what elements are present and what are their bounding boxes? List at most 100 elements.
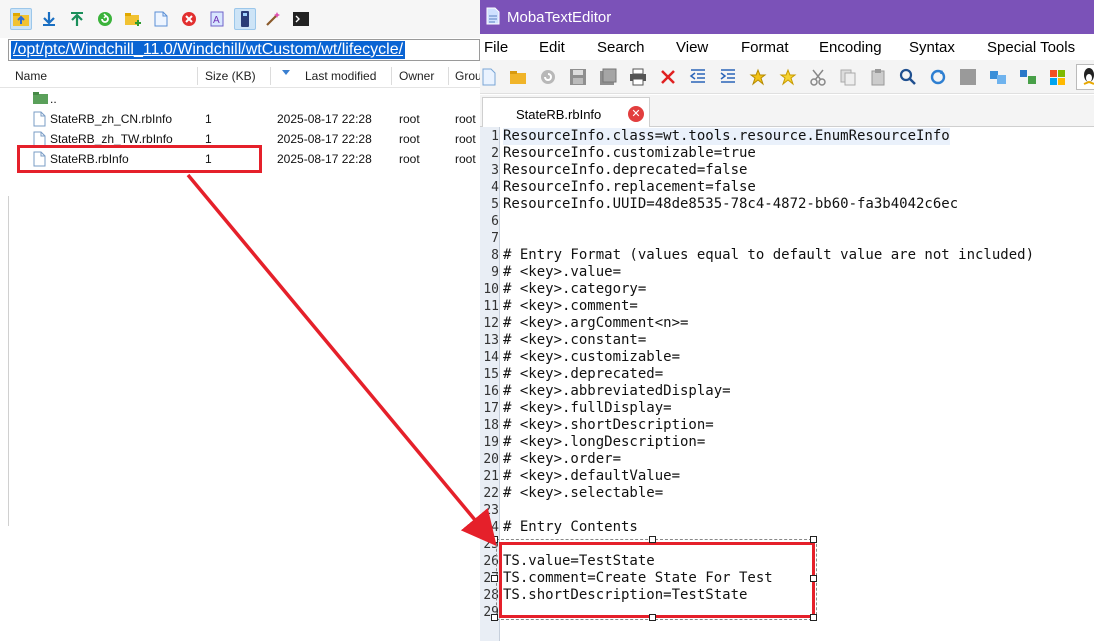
terminal-icon[interactable] bbox=[290, 8, 312, 30]
new-file-icon[interactable] bbox=[150, 8, 172, 30]
code-line[interactable]: 8 # Entry Format (values equal to default… bbox=[480, 247, 1094, 264]
column-divider[interactable] bbox=[448, 67, 449, 85]
file-row[interactable]: StateRB_zh_CN.rbInfo 1 2025-08-17 22:28 … bbox=[0, 109, 480, 129]
code-line[interactable]: 11 # <key>.comment= bbox=[480, 298, 1094, 315]
path-text[interactable]: /opt/ptc/Windchill_11.0/Windchill/wtCust… bbox=[11, 41, 406, 59]
print-icon[interactable] bbox=[629, 68, 647, 86]
line-number: 4 bbox=[491, 180, 499, 195]
resize-handle[interactable] bbox=[649, 536, 656, 543]
column-size[interactable]: Size (KB) bbox=[205, 69, 256, 83]
indent-icon[interactable] bbox=[719, 68, 737, 86]
line-text: # <key>.category= bbox=[503, 281, 647, 297]
rename-icon[interactable]: A bbox=[206, 8, 228, 30]
download-icon[interactable] bbox=[38, 8, 60, 30]
column-divider[interactable] bbox=[391, 67, 392, 85]
code-line[interactable]: 9 # <key>.value= bbox=[480, 264, 1094, 281]
new-folder-icon[interactable] bbox=[122, 8, 144, 30]
menu-format[interactable]: Format bbox=[741, 39, 789, 56]
column-last-modified[interactable]: Last modified bbox=[305, 69, 376, 83]
menu-encoding[interactable]: Encoding bbox=[819, 39, 882, 56]
code-line[interactable]: 20 # <key>.order= bbox=[480, 451, 1094, 468]
window-title: MobaTextEditor bbox=[507, 8, 612, 26]
code-line[interactable]: 16 # <key>.abbreviatedDisplay= bbox=[480, 383, 1094, 400]
open-folder-icon[interactable] bbox=[509, 68, 527, 86]
copy-icon[interactable] bbox=[839, 68, 857, 86]
code-line[interactable]: 24 # Entry Contents bbox=[480, 519, 1094, 536]
path-input[interactable]: /opt/ptc/Windchill_11.0/Windchill/wtCust… bbox=[8, 39, 480, 61]
fullscreen-icon[interactable] bbox=[959, 68, 977, 86]
code-line[interactable]: 15 # <key>.deprecated= bbox=[480, 366, 1094, 383]
line-text: ResourceInfo.replacement=false bbox=[503, 179, 756, 195]
line-number: 14 bbox=[483, 350, 499, 365]
menu-file[interactable]: File bbox=[484, 39, 508, 56]
column-owner[interactable]: Owner bbox=[399, 69, 434, 83]
code-line[interactable]: 6 bbox=[480, 213, 1094, 230]
menu-edit[interactable]: Edit bbox=[539, 39, 565, 56]
column-name[interactable]: Name bbox=[15, 69, 47, 83]
new-file-icon[interactable] bbox=[480, 68, 498, 86]
code-line[interactable]: 22 # <key>.selectable= bbox=[480, 485, 1094, 502]
code-line[interactable]: 2 ResourceInfo.customizable=true bbox=[480, 145, 1094, 162]
save-all-icon[interactable] bbox=[599, 68, 617, 86]
outdent-icon[interactable] bbox=[689, 68, 707, 86]
code-line[interactable]: 3 ResourceInfo.deprecated=false bbox=[480, 162, 1094, 179]
replace-icon[interactable] bbox=[929, 68, 947, 86]
resize-handle[interactable] bbox=[810, 575, 817, 582]
resize-handle[interactable] bbox=[810, 536, 817, 543]
code-line[interactable]: 21 # <key>.defaultValue= bbox=[480, 468, 1094, 485]
resize-handle[interactable] bbox=[491, 614, 498, 621]
delete-icon[interactable] bbox=[178, 8, 200, 30]
code-line[interactable]: 14 # <key>.customizable= bbox=[480, 349, 1094, 366]
code-line[interactable]: 19 # <key>.longDescription= bbox=[480, 434, 1094, 451]
close-tab-icon[interactable]: ✕ bbox=[628, 106, 644, 122]
bookmark-next-icon[interactable] bbox=[779, 68, 797, 86]
column-divider[interactable] bbox=[197, 67, 198, 85]
windows-line-endings-icon[interactable] bbox=[1049, 68, 1067, 86]
resize-handle[interactable] bbox=[810, 614, 817, 621]
close-icon[interactable] bbox=[659, 68, 677, 86]
line-text: # Entry Contents bbox=[503, 519, 638, 535]
search-icon[interactable] bbox=[899, 68, 917, 86]
tab-staterb[interactable]: StateRB.rbInfo ✕ bbox=[482, 97, 650, 127]
code-line[interactable]: 23 bbox=[480, 502, 1094, 519]
resize-handle[interactable] bbox=[491, 536, 498, 543]
file-browser-panel: A /opt/ptc/Windchill_11.0/Windchill/wtCu… bbox=[0, 0, 480, 641]
menu-special-tools[interactable]: Special Tools bbox=[987, 39, 1075, 56]
magic-wand-icon[interactable] bbox=[262, 8, 284, 30]
upload-icon[interactable] bbox=[66, 8, 88, 30]
line-number: 7 bbox=[491, 231, 499, 246]
column-divider[interactable] bbox=[270, 67, 271, 85]
code-line[interactable]: 18 # <key>.shortDescription= bbox=[480, 417, 1094, 434]
line-text: ResourceInfo.UUID=48de8535-78c4-4872-bb6… bbox=[503, 196, 959, 212]
line-text: # <key>.selectable= bbox=[503, 485, 664, 501]
reload-icon[interactable] bbox=[539, 68, 557, 86]
resize-handle[interactable] bbox=[491, 575, 498, 582]
bookmark-toggle-icon[interactable] bbox=[749, 68, 767, 86]
code-line[interactable]: 17 # <key>.fullDisplay= bbox=[480, 400, 1094, 417]
resize-handle[interactable] bbox=[649, 614, 656, 621]
code-line[interactable]: 5 ResourceInfo.UUID=48de8535-78c4-4872-bb… bbox=[480, 196, 1094, 213]
line-number: 18 bbox=[483, 418, 499, 433]
code-line[interactable]: 12 # <key>.argComment<n>= bbox=[480, 315, 1094, 332]
code-line[interactable]: 13 # <key>.constant= bbox=[480, 332, 1094, 349]
menu-syntax[interactable]: Syntax bbox=[909, 39, 955, 56]
parent-dir-row[interactable]: .. bbox=[0, 89, 480, 109]
column-group[interactable]: Grou bbox=[455, 69, 480, 83]
code-line[interactable]: 4 ResourceInfo.replacement=false bbox=[480, 179, 1094, 196]
paste-icon[interactable] bbox=[869, 68, 887, 86]
menu-view[interactable]: View bbox=[676, 39, 708, 56]
save-icon[interactable] bbox=[569, 68, 587, 86]
menu-search[interactable]: Search bbox=[597, 39, 645, 56]
line-number: 16 bbox=[483, 384, 499, 399]
folder-up-icon[interactable] bbox=[10, 8, 32, 30]
code-line[interactable]: 7 bbox=[480, 230, 1094, 247]
compare-icon[interactable] bbox=[989, 68, 1007, 86]
refresh-icon[interactable] bbox=[94, 8, 116, 30]
split-view-icon[interactable] bbox=[1019, 68, 1037, 86]
code-line[interactable]: 1 ResourceInfo.class=wt.tools.resource.En… bbox=[480, 128, 1094, 145]
terminal-follow-icon[interactable] bbox=[234, 8, 256, 30]
code-line[interactable]: 10 # <key>.category= bbox=[480, 281, 1094, 298]
cut-icon[interactable] bbox=[809, 68, 827, 86]
unix-line-endings-icon[interactable] bbox=[1076, 64, 1094, 90]
title-bar[interactable]: MobaTextEditor bbox=[480, 0, 1094, 34]
